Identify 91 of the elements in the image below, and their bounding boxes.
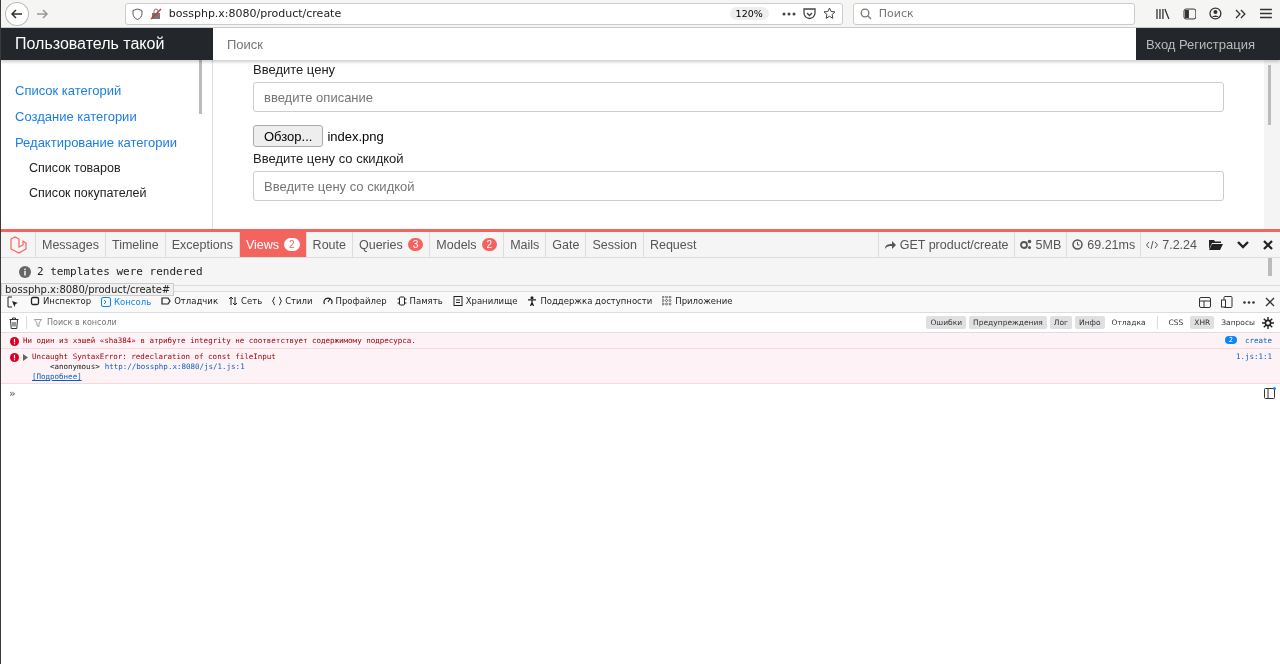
devtools-tab[interactable]: Профайлер	[317, 292, 392, 312]
devtools-tab[interactable]: Стили	[267, 292, 318, 312]
responsive-icon[interactable]	[1221, 296, 1233, 308]
folder-icon[interactable]	[1209, 239, 1223, 250]
more-icon[interactable]	[781, 11, 796, 16]
forward-icon[interactable]	[34, 6, 49, 21]
devtools-tab[interactable]: Память	[391, 292, 448, 312]
url-text: bossphp.x:8080/product/create	[168, 7, 343, 20]
back-button[interactable]	[5, 1, 29, 26]
version-info: 7.2.24	[1140, 232, 1202, 257]
sidebar-link[interactable]: Список товаров	[15, 161, 212, 175]
filter-icon	[34, 318, 42, 327]
insecure-lock-icon	[149, 7, 162, 20]
star-icon[interactable]	[822, 7, 836, 20]
discount-price-field[interactable]: Введите цену со скидкой	[253, 171, 1224, 201]
sidebar-link[interactable]: Редактирование категории	[15, 135, 212, 150]
devtools-tab[interactable]: Поддержка доступности	[522, 292, 658, 312]
debugbar-tab[interactable]: Session	[585, 232, 643, 257]
tag-icon	[161, 296, 172, 306]
debugbar-tab[interactable]: Messages	[35, 232, 105, 257]
scrollbar-thumb[interactable]	[199, 60, 202, 114]
person-icon	[527, 296, 538, 306]
trash-icon[interactable]	[9, 316, 19, 329]
chevron-down-icon[interactable]	[1237, 240, 1249, 249]
error-icon	[10, 337, 19, 346]
debugbar-tab[interactable]: Gate	[545, 232, 586, 257]
split-console-icon[interactable]	[1264, 387, 1276, 399]
memory-info: 5MB	[1013, 232, 1067, 257]
debugbar-tab[interactable]: Queries 3	[351, 232, 430, 257]
gears-icon	[1019, 239, 1032, 250]
debugbar-tab[interactable]: Exceptions	[164, 232, 239, 257]
close-icon[interactable]	[1265, 297, 1275, 307]
views-message: 2 templates were rendered	[37, 265, 203, 278]
user-name[interactable]: Пользователь такой	[1, 35, 213, 53]
field-label: Введите цену со скидкой	[253, 151, 405, 166]
pocket-icon[interactable]	[802, 7, 816, 20]
description-field[interactable]: введите описание	[253, 82, 1224, 112]
scrollbar-thumb[interactable]	[1268, 65, 1271, 125]
back-arrow-icon	[9, 6, 24, 21]
address-bar[interactable]: bossphp.x:8080/product/create 120%	[124, 2, 843, 25]
zoom-badge[interactable]: 120%	[729, 7, 769, 20]
laravel-logo-icon[interactable]	[9, 235, 27, 254]
arrows-icon	[228, 296, 238, 306]
console-prompt[interactable]: »	[9, 386, 16, 400]
devtools-tab[interactable]: Хранилище	[447, 292, 523, 312]
sidebar-icon[interactable]	[1182, 7, 1197, 20]
chevrons-icon[interactable]	[1235, 7, 1248, 20]
sidebar-link[interactable]: Список покупателей	[15, 186, 212, 200]
gauge-icon	[322, 296, 333, 306]
storage-icon	[452, 296, 463, 306]
search-field[interactable]: Поиск	[213, 28, 1136, 60]
time-info: 69.21ms	[1066, 232, 1141, 257]
braces-icon	[272, 296, 283, 306]
sidebar-link[interactable]: Создание категории	[15, 109, 212, 124]
dock-layout-icon[interactable]	[1199, 296, 1211, 308]
error-icon	[10, 353, 19, 362]
debugbar-tab[interactable]: Request	[642, 232, 703, 257]
console-filter-field[interactable]: Поиск в консоли	[34, 317, 924, 328]
square-icon	[30, 296, 40, 306]
code-icon	[1146, 239, 1159, 250]
console-icon	[101, 297, 112, 307]
devtools-tab[interactable]: Сеть	[223, 292, 268, 312]
shield-icon	[131, 7, 143, 20]
sidebar-link[interactable]: Список категорий	[15, 83, 212, 98]
browse-button[interactable]: Обзор...	[253, 125, 324, 147]
status-url-tooltip: bossphp.x:8080/product/create#	[1, 283, 175, 296]
dots-grid-icon	[662, 296, 673, 306]
field-label: Введите цену	[253, 62, 337, 77]
route-info: GET product/create	[877, 232, 1014, 257]
search-icon	[859, 7, 872, 20]
debugbar-tab[interactable]: Timeline	[105, 232, 165, 257]
file-name: index.png	[327, 128, 384, 144]
settings-icon[interactable]	[1262, 316, 1274, 329]
menu-icon[interactable]	[1260, 8, 1272, 19]
library-icon[interactable]	[1155, 7, 1170, 20]
debugbar-tab[interactable]: Route	[305, 232, 352, 257]
close-icon[interactable]	[1263, 239, 1273, 250]
scrollbar-thumb[interactable]	[1268, 258, 1272, 276]
clock-icon	[1072, 239, 1084, 250]
search-field[interactable]: Поиск	[852, 2, 1135, 25]
expand-arrow-icon[interactable]	[23, 354, 28, 361]
info-icon	[19, 265, 31, 278]
element-picker-icon[interactable]	[7, 296, 19, 308]
debugbar-tab[interactable]: Models 2	[429, 232, 504, 257]
devtools-tab[interactable]: Приложение	[657, 292, 738, 312]
account-icon[interactable]	[1209, 7, 1223, 20]
share-icon	[883, 239, 896, 250]
auth-links[interactable]: Вход Регистрация	[1136, 36, 1280, 52]
debugbar-tab[interactable]: Mails	[503, 232, 546, 257]
more-icon[interactable]	[1243, 300, 1255, 304]
chip-icon	[396, 296, 407, 306]
